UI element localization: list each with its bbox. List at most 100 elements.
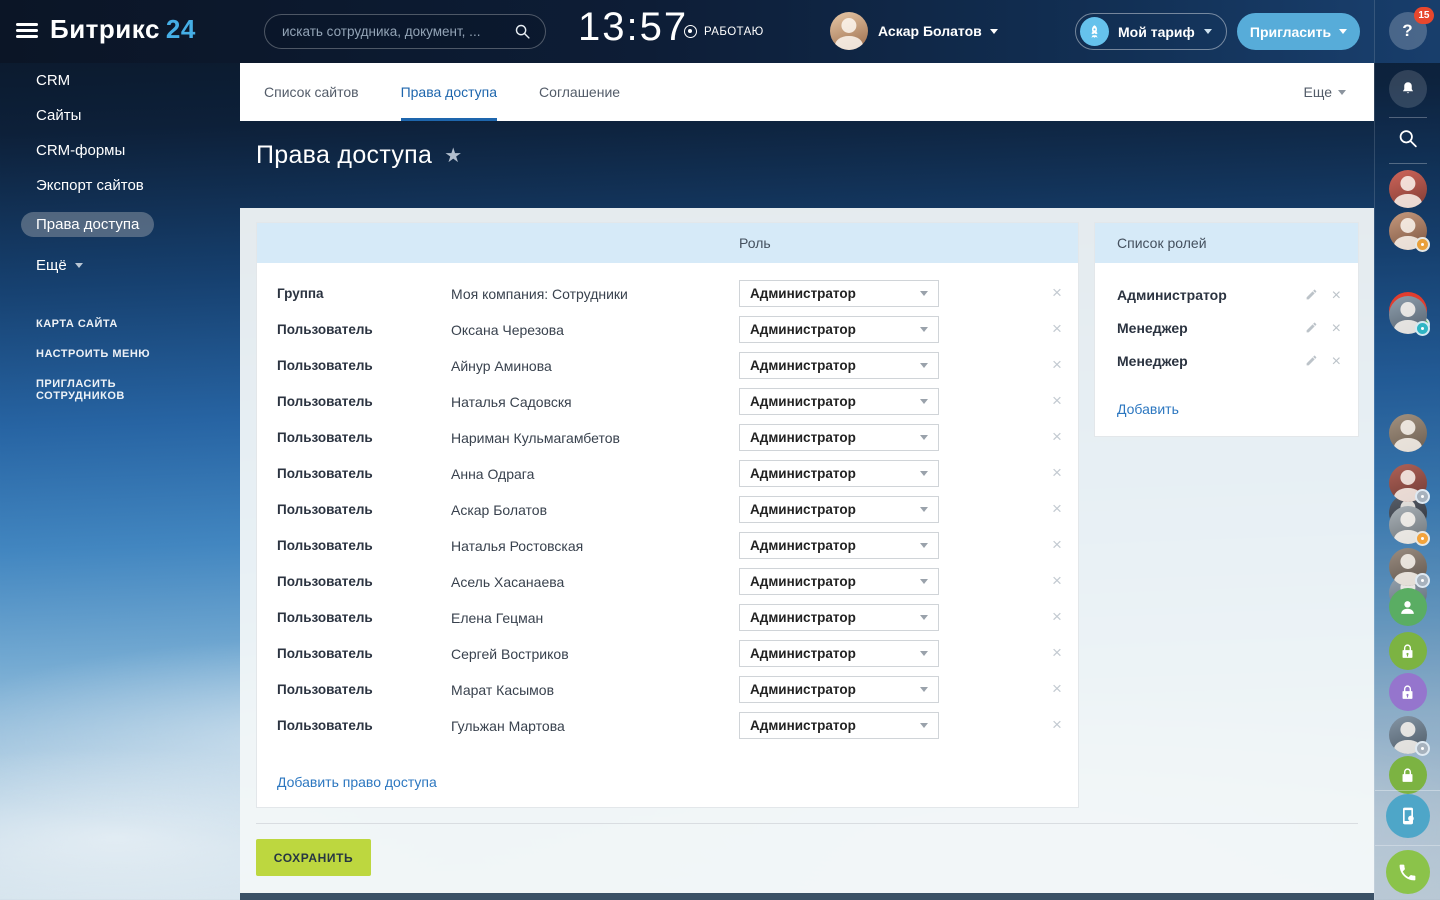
app-logo[interactable]: Битрикс24 (50, 14, 196, 45)
chat-avatar[interactable] (1389, 464, 1427, 502)
role-select[interactable]: Администратор (739, 640, 939, 667)
row-subject-name: Анна Одрага (451, 456, 534, 492)
role-select[interactable]: Администратор (739, 496, 939, 523)
table-row: Пользователь Наталья Ростовская Админист… (257, 528, 1078, 564)
phone-call-icon[interactable] (1386, 850, 1430, 894)
table-row: Пользователь Наталья Садовскя Администра… (257, 384, 1078, 420)
rail-search-icon[interactable] (1397, 128, 1418, 149)
remove-row-icon[interactable]: × (1052, 312, 1062, 346)
global-search (264, 14, 546, 49)
save-button[interactable]: СОХРАНИТЬ (256, 839, 371, 876)
search-icon[interactable] (514, 23, 531, 40)
role-select[interactable]: Администратор (739, 532, 939, 559)
chat-avatar[interactable] (1389, 716, 1427, 754)
remove-row-icon[interactable]: × (1052, 384, 1062, 418)
role-select[interactable]: Администратор (739, 604, 939, 631)
user-avatar[interactable] (830, 12, 868, 50)
chevron-down-icon (920, 579, 928, 584)
chat-avatar[interactable] (1389, 506, 1427, 544)
chevron-down-icon (920, 363, 928, 368)
remove-row-icon[interactable]: × (1052, 672, 1062, 706)
lock-icon[interactable] (1389, 756, 1427, 794)
role-select[interactable]: Администратор (739, 568, 939, 595)
list-item: Менеджер × (1095, 345, 1358, 378)
tab-access-rights[interactable]: Права доступа (401, 63, 497, 121)
chevron-down-icon (920, 327, 928, 332)
sidebar-item-more[interactable]: Ещё (0, 248, 240, 283)
remove-row-icon[interactable]: × (1052, 420, 1062, 454)
search-input[interactable] (282, 24, 514, 39)
role-column-header: Роль (739, 235, 771, 251)
remove-row-icon[interactable]: × (1052, 528, 1062, 562)
chat-avatar[interactable] (1389, 414, 1427, 452)
tab-agreement[interactable]: Соглашение (539, 63, 620, 121)
favorite-star-icon[interactable]: ★ (444, 143, 462, 168)
remove-row-icon[interactable]: × (1052, 456, 1062, 490)
work-status-toggle[interactable]: РАБОТАЮ (684, 25, 764, 38)
role-select[interactable]: Администратор (739, 712, 939, 739)
role-name: Администратор (1117, 279, 1227, 312)
role-select[interactable]: Администратор (739, 352, 939, 379)
help-icon[interactable]: ? 15 (1389, 12, 1427, 50)
sidebar-item-sitemap[interactable]: КАРТА САЙТА (0, 309, 240, 339)
menu-hamburger-icon[interactable] (16, 23, 38, 39)
role-select[interactable]: Администратор (739, 460, 939, 487)
remove-row-icon[interactable]: × (1052, 708, 1062, 742)
sidebar-item-access-rights[interactable]: Права доступа (0, 203, 240, 246)
remove-row-icon[interactable]: × (1052, 564, 1062, 598)
lock-alt-icon[interactable] (1389, 673, 1427, 711)
sidebar: CRM Сайты CRM-формы Экспорт сайтов Права… (0, 63, 240, 411)
invite-button[interactable]: Пригласить (1237, 13, 1360, 50)
mobile-sync-icon[interactable] (1386, 794, 1430, 838)
remove-row-icon[interactable]: × (1052, 600, 1062, 634)
delete-role-icon[interactable]: × (1332, 347, 1341, 377)
row-subject-name: Марат Касымов (451, 672, 554, 708)
employees-icon[interactable] (1389, 588, 1427, 626)
sidebar-item-crm-forms[interactable]: CRM-формы (0, 133, 240, 168)
delete-role-icon[interactable]: × (1332, 314, 1341, 344)
messenger-rail: ? 15 2 (1374, 0, 1440, 900)
remove-row-icon[interactable]: × (1052, 492, 1062, 526)
delete-role-icon[interactable]: × (1332, 281, 1341, 311)
role-select[interactable]: Администратор (739, 388, 939, 415)
sidebar-item-sites[interactable]: Сайты (0, 98, 240, 133)
blocked-badge (1415, 741, 1430, 756)
role-select[interactable]: Администратор (739, 424, 939, 451)
table-row: Пользователь Сергей Востриков Администра… (257, 636, 1078, 672)
sidebar-item-configure-menu[interactable]: НАСТРОИТЬ МЕНЮ (0, 339, 240, 369)
access-table-header: Роль (257, 223, 1078, 263)
chat-avatar[interactable] (1389, 212, 1427, 250)
sidebar-item-crm[interactable]: CRM (0, 63, 240, 98)
add-access-right-link[interactable]: Добавить право доступа (277, 774, 437, 790)
list-item: Администратор × (1095, 279, 1358, 312)
sidebar-item-site-export[interactable]: Экспорт сайтов (0, 168, 240, 203)
chat-avatar[interactable] (1389, 548, 1427, 586)
row-subject-type: Пользователь (277, 636, 373, 672)
user-menu[interactable]: Аскар Болатов (878, 23, 998, 39)
role-select[interactable]: Администратор (739, 676, 939, 703)
work-clock[interactable]: 13:57 (578, 5, 688, 50)
chevron-down-icon (920, 291, 928, 296)
chevron-down-icon (920, 543, 928, 548)
role-select[interactable]: Администратор (739, 316, 939, 343)
chat-avatar[interactable] (1389, 296, 1427, 334)
chat-avatar[interactable] (1389, 170, 1427, 208)
sidebar-item-invite-employees[interactable]: ПРИГЛАСИТЬ СОТРУДНИКОВ (0, 369, 240, 411)
add-role-link[interactable]: Добавить (1117, 401, 1179, 417)
table-row: Пользователь Елена Гецман Администратор … (257, 600, 1078, 636)
tab-more-menu[interactable]: Еще (1304, 63, 1347, 121)
tab-site-list[interactable]: Список сайтов (264, 63, 359, 121)
remove-row-icon[interactable]: × (1052, 276, 1062, 310)
bell-icon[interactable] (1389, 70, 1427, 108)
lock-icon[interactable] (1389, 632, 1427, 670)
row-subject-type: Пользователь (277, 672, 373, 708)
remove-row-icon[interactable]: × (1052, 636, 1062, 670)
row-subject-type: Пользователь (277, 384, 373, 420)
plan-button[interactable]: Мой тариф (1075, 13, 1227, 50)
remove-row-icon[interactable]: × (1052, 348, 1062, 382)
edit-pencil-icon[interactable] (1305, 354, 1318, 367)
edit-pencil-icon[interactable] (1305, 321, 1318, 334)
role-select[interactable]: Администратор (739, 280, 939, 307)
edit-pencil-icon[interactable] (1305, 288, 1318, 301)
table-row: Пользователь Марат Касымов Администратор… (257, 672, 1078, 708)
